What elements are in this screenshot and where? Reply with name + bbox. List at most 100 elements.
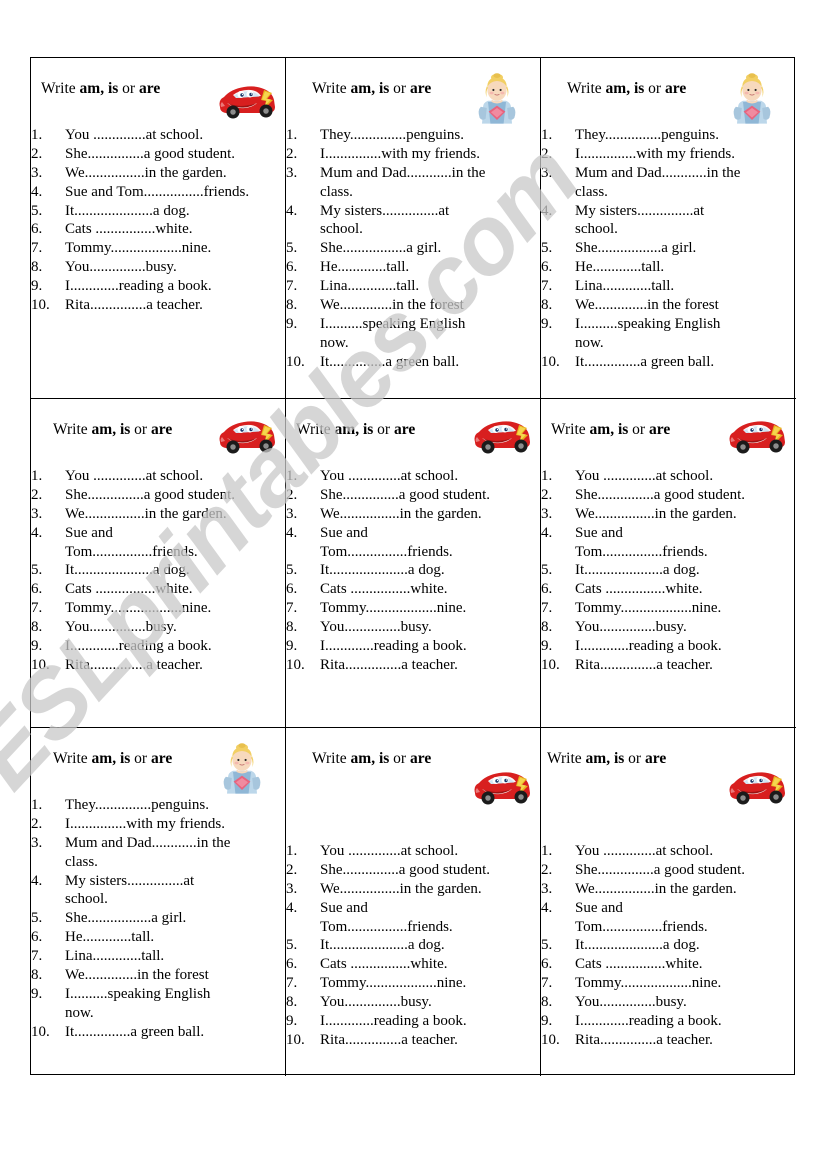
question-item: 9. I.............reading a book. [31, 277, 271, 296]
question-number: 8. [541, 297, 553, 314]
question-number: 10. [286, 353, 305, 370]
question-text: She...............a good student. [65, 145, 235, 162]
question-item: 4. My sisters...............at school. [541, 202, 746, 240]
lightning-mcqueen-car-icon [474, 421, 530, 454]
question-number: 10. [31, 297, 50, 314]
question-item: 2. I...............with my friends. [286, 145, 491, 164]
question-item: 6. Cats ................white. [286, 955, 501, 974]
question-text: It.....................a dog. [575, 562, 700, 579]
question-text: We..............in the forest [320, 297, 464, 314]
cell-r3c1: Write am, is or are 1. They.............… [31, 728, 286, 1076]
question-item: 2. She...............a good student. [31, 486, 246, 505]
question-text: You...............busy. [65, 259, 177, 276]
question-list: 1. They...............penguins. 2. I.......… [286, 126, 491, 372]
question-item: 4. Sue and Tom................friends. [541, 899, 756, 937]
question-item: 8. You...............busy. [541, 618, 756, 637]
question-text: Rita...............a teacher. [320, 656, 458, 673]
question-item: 1. You ..............at school. [286, 467, 501, 486]
question-text: Rita...............a teacher. [575, 1031, 713, 1048]
question-text: Sue and Tom................friends. [65, 524, 198, 560]
question-number: 7. [31, 240, 43, 257]
question-text: She...............a good student. [575, 486, 745, 503]
question-text: We................in the garden. [320, 505, 482, 522]
heading-or: or [644, 80, 665, 97]
question-item: 4. Sue and Tom................friends. [286, 524, 501, 562]
question-text: I.............reading a book. [575, 638, 722, 655]
question-number: 4. [541, 202, 553, 219]
question-item: 10. Rita...............a teacher. [286, 1031, 501, 1050]
question-text: You ..............at school. [320, 468, 459, 484]
heading-am-is: am, is [91, 750, 131, 767]
question-text: Tommy...................nine. [65, 240, 212, 257]
question-number: 1. [541, 127, 553, 143]
question-number: 8. [286, 297, 298, 314]
heading-are: are [150, 750, 173, 767]
question-item: 1. They...............penguins. [31, 796, 236, 815]
heading-or: or [628, 421, 649, 438]
question-number: 5. [286, 937, 298, 954]
question-text: They...............penguins. [575, 127, 720, 143]
question-number: 10. [541, 1031, 560, 1048]
question-item: 3. We................in the garden. [541, 880, 756, 899]
heading-write: Write [296, 421, 335, 438]
cell-r1c3: Write am, is or are 1. They.............… [541, 58, 796, 399]
question-item: 6. Cats ................white. [31, 580, 246, 599]
question-item: 9. I..........speaking English now. [541, 315, 746, 353]
question-item: 8. You...............busy. [31, 618, 246, 637]
question-item: 6. Cats ................white. [541, 580, 756, 599]
question-number: 5. [286, 240, 298, 257]
lightning-mcqueen-car-icon [219, 86, 275, 119]
question-number: 3. [541, 505, 553, 522]
question-number: 7. [541, 278, 553, 295]
question-text: Sue and Tom................friends. [575, 524, 708, 560]
question-text: She.................a girl. [575, 240, 697, 257]
heading-are: are [648, 421, 671, 438]
question-number: 5. [541, 562, 553, 579]
question-item: 6. Cats ................white. [286, 580, 501, 599]
question-item: 8. We..............in the forest [541, 296, 746, 315]
question-item: 1. You ..............at school. [286, 842, 501, 861]
question-number: 2. [541, 145, 553, 162]
heading-am-is: am, is [585, 750, 625, 767]
question-text: We................in the garden. [65, 164, 227, 181]
question-item: 3. Mum and Dad............in the class. [286, 164, 491, 202]
question-number: 6. [31, 581, 43, 598]
question-text: Cats ................white. [575, 581, 703, 598]
question-text: She...............a good student. [320, 486, 490, 503]
question-item: 5. It.....................a dog. [286, 561, 501, 580]
question-item: 10. Rita...............a teacher. [31, 656, 246, 675]
heading-are: are [150, 421, 173, 438]
question-number: 8. [286, 994, 298, 1011]
question-number: 4. [541, 899, 553, 916]
heading-text: Write am, is or are [53, 421, 172, 438]
question-text: I...............with my friends. [65, 815, 225, 832]
question-text: I.............reading a book. [65, 278, 212, 295]
question-number: 6. [286, 956, 298, 973]
question-number: 2. [31, 486, 43, 503]
question-item: 2. She...............a good student. [541, 861, 756, 880]
question-number: 4. [31, 872, 43, 889]
question-item: 7. Tommy...................nine. [31, 239, 271, 258]
question-item: 1. They...............penguins. [541, 126, 746, 145]
question-text: My sisters...............at school. [320, 202, 450, 238]
question-text: You ..............at school. [575, 843, 714, 859]
heading-am-is: am, is [605, 80, 645, 97]
question-list: 1. They...............penguins. 2. I.......… [541, 126, 746, 372]
question-item: 3. We................in the garden. [286, 880, 501, 899]
question-number: 7. [286, 975, 298, 992]
question-number: 9. [31, 638, 43, 655]
question-text: It...............a green ball. [575, 353, 715, 370]
question-text: They...............penguins. [320, 127, 465, 143]
question-text: I.............reading a book. [65, 638, 212, 655]
question-text: Mum and Dad............in the class. [575, 164, 741, 200]
heading-are: are [644, 750, 667, 767]
question-item: 9. I.............reading a book. [541, 637, 756, 656]
question-item: 6. Cats ................white. [541, 955, 756, 974]
blonde-fairy-with-heart-icon [478, 73, 516, 124]
question-item: 10. It...............a green ball. [541, 353, 746, 372]
question-text: You ..............at school. [575, 468, 714, 484]
worksheet-grid: Write am, is or are 1. You .............… [30, 57, 796, 1076]
question-number: 7. [541, 975, 553, 992]
question-text: Tommy...................nine. [320, 600, 467, 617]
question-text: It.....................a dog. [65, 202, 190, 219]
